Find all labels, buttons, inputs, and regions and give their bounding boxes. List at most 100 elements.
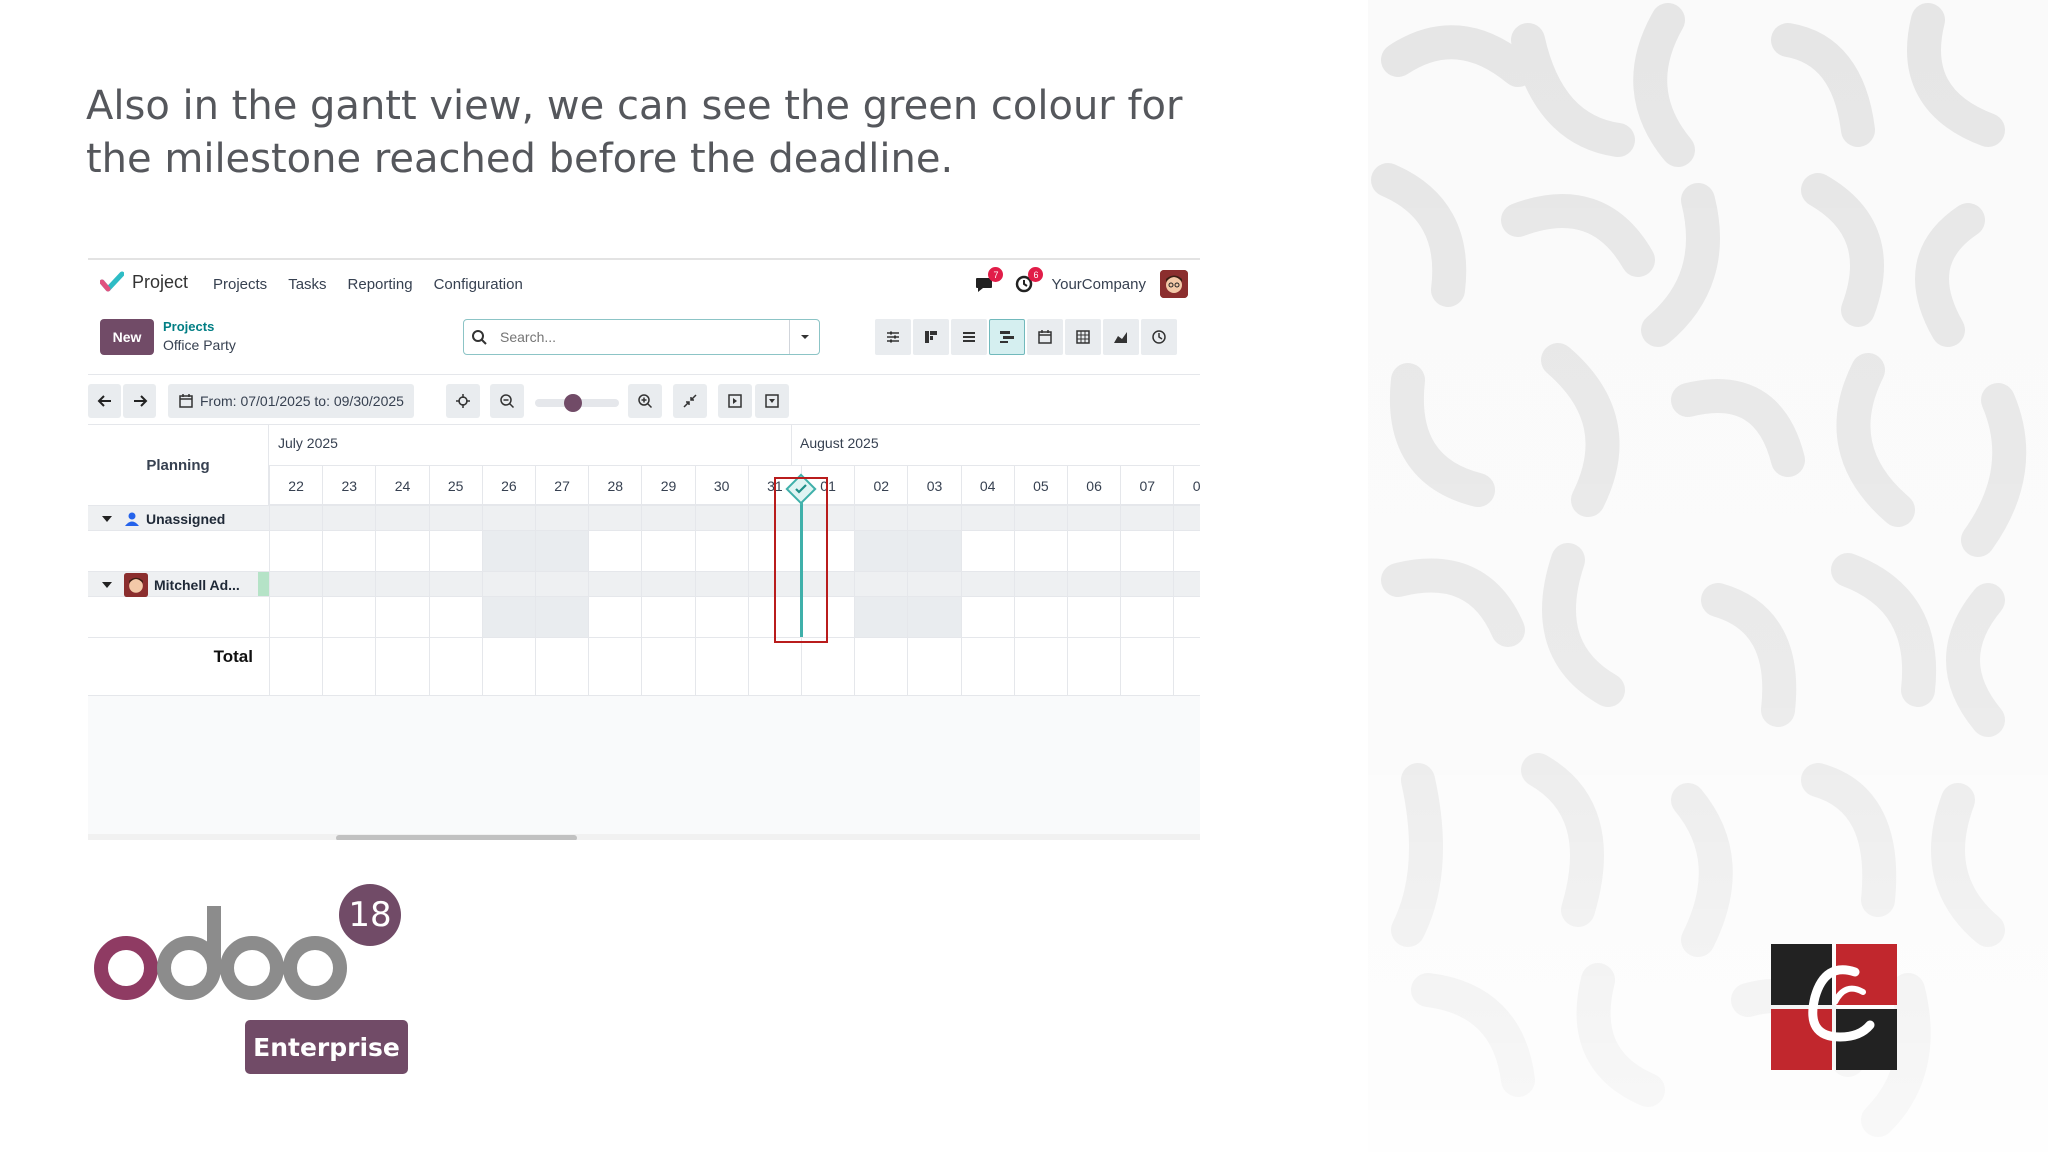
company-logo [1771,944,1897,1070]
activity-view-button[interactable] [1141,319,1177,355]
breadcrumb: Projects Office Party [163,318,236,354]
slide-caption: Also in the gantt view, we can see the g… [86,83,1183,182]
day-30: 30 [694,466,748,506]
menu-configuration[interactable]: Configuration [434,276,523,293]
focus-today-button[interactable] [446,384,480,418]
control-panel: New Projects Office Party [88,310,1200,375]
user-icon [125,512,139,526]
list-icon [963,332,975,342]
previous-button[interactable] [88,384,121,418]
area-chart-icon [1114,332,1127,343]
grid-column-line [322,505,324,695]
gantt-view: Planning July 2025 August 2025 22 23 24 25 2… [88,425,1200,840]
search-input[interactable] [494,320,789,354]
grid-column-line [1013,505,1015,695]
odoo-logo: 18 Enterprise [94,884,414,1074]
day-05: 05 [1013,466,1067,506]
horizontal-scrollbar[interactable] [88,834,1200,840]
graph-view-button[interactable] [1103,319,1139,355]
row-unassigned-name: Unassigned [146,511,226,527]
date-range-button[interactable]: From: 07/01/2025 to: 09/30/2025 [168,384,414,418]
total-label: Total [213,647,253,666]
weekend-shade [908,597,961,637]
grid-column-line [747,505,749,695]
kanban-icon [925,331,937,343]
menu-reporting[interactable]: Reporting [348,276,413,293]
collapse-button[interactable] [673,384,707,418]
edition-badge: Enterprise [245,1020,408,1074]
day-29: 29 [641,466,694,506]
app-name: Project [132,271,189,292]
row-mitchell[interactable]: Mitchell Ad... [88,571,1200,597]
filters-view-button[interactable] [875,319,911,355]
grid-column-line [428,505,430,695]
caret-down-icon [102,516,112,522]
row-unassigned-label[interactable]: Unassigned [102,506,225,532]
row-mitchell-name: Mitchell Ad... [154,577,240,593]
app-brand[interactable]: Project [100,270,188,294]
row-mitchell-label[interactable]: Mitchell Ad... [102,572,240,598]
odoo-app-screenshot: Project Projects Tasks Reporting Configu… [88,258,1200,840]
activities-button[interactable]: 6 [1011,267,1044,297]
gantt-icon [1000,331,1014,343]
scrollbar-thumb[interactable] [336,835,577,840]
expand-rows-button[interactable] [718,384,752,418]
messages-badge: 7 [988,267,1004,282]
weekend-shade [482,531,535,571]
caret-down-icon [800,335,809,339]
systray: 7 6 YourCompany [971,267,1188,298]
planning-header: Planning [88,425,269,505]
pivot-view-button[interactable] [1065,319,1101,355]
table-icon [1076,330,1090,344]
calendar-icon [1038,330,1052,344]
kanban-view-button[interactable] [913,319,949,355]
activities-badge: 6 [1028,267,1044,282]
caret-down-icon [102,582,112,588]
day-28: 28 [588,466,641,506]
total-separator [88,637,1200,638]
day-25: 25 [428,466,482,506]
zoom-out-button[interactable] [490,384,524,418]
milestone-highlight-box [774,477,828,643]
zoom-slider[interactable] [535,394,619,412]
clock-icon [1152,330,1166,344]
calendar-view-button[interactable] [1027,319,1063,355]
breadcrumb-projects[interactable]: Projects [163,318,236,336]
day-header-row: 222324252627282930310102030405060708 [269,465,1200,506]
expand-right-icon [728,394,742,408]
messages-button[interactable]: 7 [971,267,1004,297]
crosshair-icon [456,394,470,408]
avatar [124,573,148,597]
company-switcher[interactable]: YourCompany [1051,276,1146,293]
sliders-icon [887,331,899,343]
row-unassigned[interactable]: Unassigned [88,505,1200,531]
menu-tasks[interactable]: Tasks [288,276,326,293]
grid-column-line [269,505,270,695]
list-view-button[interactable] [951,319,987,355]
version-badge: 18 [339,884,401,946]
month-separator [791,425,792,465]
new-button[interactable]: New [100,319,154,355]
zoom-slider-knob[interactable] [564,394,583,412]
grid-column-line [375,505,377,695]
menu-projects[interactable]: Projects [213,276,267,293]
search-options-toggle[interactable] [789,320,819,354]
row-progress-indicator [258,572,269,596]
weekend-shade [855,531,908,571]
user-avatar[interactable] [1160,270,1188,298]
day-04: 04 [960,466,1014,506]
day-02: 02 [854,466,907,506]
grid-column-line [1120,505,1122,695]
day-03: 03 [907,466,960,506]
month-august: August 2025 [800,435,879,451]
zoom-in-button[interactable] [628,384,662,418]
weekend-shade [855,597,908,637]
grid-column-line [588,505,590,695]
collapse-rows-button[interactable] [755,384,789,418]
arrow-left-icon [97,395,111,407]
decorative-pattern [1368,0,2048,1152]
month-july: July 2025 [278,435,338,451]
gantt-view-button[interactable] [989,319,1025,355]
breadcrumb-current: Office Party [163,337,236,353]
next-button[interactable] [123,384,156,418]
